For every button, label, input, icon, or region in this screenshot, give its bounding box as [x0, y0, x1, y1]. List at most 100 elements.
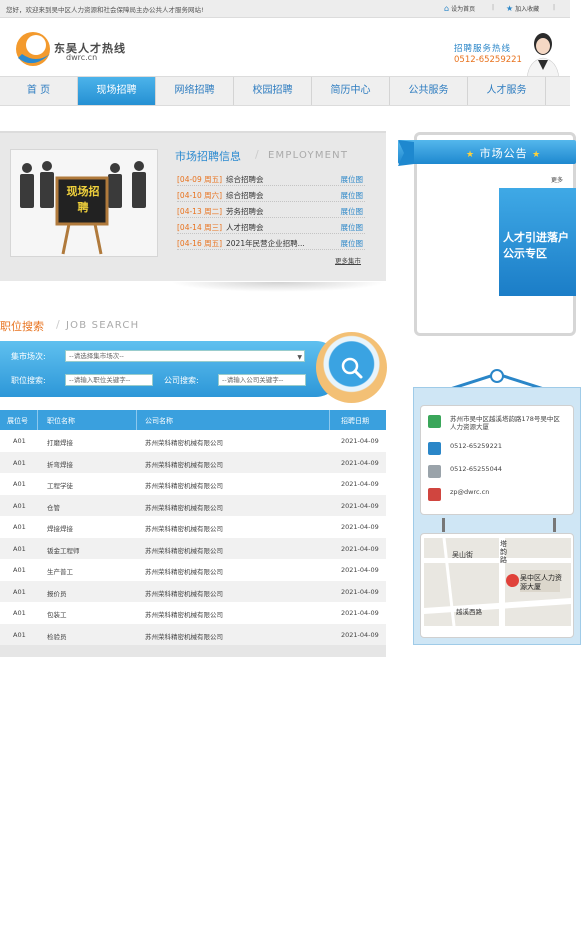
more-markets-link[interactable]: 更多集市 [335, 255, 361, 265]
location-map[interactable]: 吴山街 塔韵路 越溪西路 吴中区人力资源大厦 [424, 538, 571, 626]
star-icon: ★ [466, 150, 476, 160]
search-icon [341, 357, 363, 379]
table-row[interactable]: A01 焊接焊接 苏州荣科精密机械有限公司 2021-04-09 [0, 516, 386, 538]
home-icon: ⌂ [444, 4, 450, 13]
email-text[interactable]: zp@dwrc.cn [450, 488, 489, 496]
logo-icon[interactable] [14, 28, 52, 68]
item-name: 人才招聘会 [226, 223, 264, 232]
cell-position: 打磨焊接 [47, 439, 73, 447]
cell-date: 2021-04-09 [341, 609, 379, 617]
employment-title: 市场招聘信息 [175, 150, 241, 163]
cell-position: 生产普工 [47, 568, 73, 576]
cell-company: 苏州荣科精密机械有限公司 [145, 460, 223, 469]
table-row[interactable]: A01 打磨焊接 苏州荣科精密机械有限公司 2021-04-09 [0, 430, 386, 452]
cell-position: 报价员 [47, 589, 67, 598]
nav-talent-service[interactable]: 人才服务 [468, 77, 546, 105]
add-favorite-link[interactable]: ★ 加入收藏 [506, 4, 539, 13]
address-text: 苏州市吴中区越溪塔韵路178号吴中区人力资源大厦 [450, 415, 560, 431]
cell-booth: A01 [13, 609, 26, 617]
item-date: [04-16 周五] [177, 239, 223, 248]
cell-position: 工程学徒 [47, 482, 73, 490]
employment-item[interactable]: [04-13 周二] 劳务招聘会 展位图 [177, 203, 365, 218]
nav-campus-recruitment[interactable]: 校园招聘 [234, 77, 312, 105]
table-row[interactable]: A01 检验员 苏州荣科精密机械有限公司 2021-04-09 [0, 623, 386, 645]
cell-position: 仓管 [47, 503, 60, 512]
table-row[interactable]: A01 仓管 苏州荣科精密机械有限公司 2021-04-09 [0, 494, 386, 516]
map-road: 越溪西路 [456, 608, 482, 616]
cell-booth: A01 [13, 544, 26, 553]
table-header: 展位号 职位名称 公司名称 招聘日期 [0, 410, 386, 430]
cell-position: 钣金工程师 [47, 546, 80, 555]
talent-settlement-banner[interactable]: 人才引进落户公示专区 [499, 188, 576, 296]
logo-domain: dwrc.cn [66, 53, 98, 62]
booth-map-link[interactable]: 展位图 [341, 190, 364, 201]
booth-map-link[interactable]: 展位图 [341, 174, 364, 185]
nav-onsite-recruitment[interactable]: 现场招聘 [78, 77, 156, 105]
company-label: 公司搜索: [164, 376, 199, 385]
top-separator: | [492, 4, 495, 11]
nav-online-recruitment[interactable]: 网络招聘 [156, 77, 234, 105]
cell-company: 苏州荣科精密机械有限公司 [145, 589, 223, 598]
table-body: A01 打磨焊接 苏州荣科精密机械有限公司 2021-04-09 A01 折弯焊接 苏州荣科… [0, 430, 386, 645]
table-row[interactable]: A01 钣金工程师 苏州荣科精密机械有限公司 2021-04-09 [0, 537, 386, 559]
employment-item[interactable]: [04-14 周三] 人才招聘会 展位图 [177, 219, 365, 234]
col-booth: 展位号 [7, 417, 28, 425]
employment-item[interactable]: [04-10 周六] 综合招聘会 展位图 [177, 187, 365, 202]
booth-map-link[interactable]: 展位图 [341, 238, 364, 249]
table-row[interactable]: A01 包装工 苏州荣科精密机械有限公司 2021-04-09 [0, 602, 386, 624]
notice-title-text: 市场公告 [479, 147, 528, 160]
cell-booth: A01 [13, 566, 26, 574]
cell-position: 焊接焊接 [47, 525, 73, 533]
job-keyword-input[interactable]: --请输入职位关键字-- [65, 374, 153, 386]
item-date: [04-10 周六] [177, 191, 223, 200]
notice-more-link[interactable]: 更多 [551, 175, 563, 184]
job-table: 展位号 职位名称 公司名称 招聘日期 A01 打磨焊接 苏州荣科精密机械有限公司 20… [0, 410, 386, 657]
contact-email[interactable]: zp@dwrc.cn [428, 486, 568, 506]
job-search-title: 职位搜索 [0, 320, 44, 333]
map-road: 塔韵路 [500, 540, 507, 564]
col-date: 招聘日期 [341, 417, 369, 425]
nav-resume-center[interactable]: 简历中心 [312, 77, 390, 105]
cell-date: 2021-04-09 [341, 523, 379, 531]
table-row[interactable]: A01 生产普工 苏州荣科精密机械有限公司 2021-04-09 [0, 559, 386, 581]
contact-address: 苏州市吴中区越溪塔韵路178号吴中区人力资源大厦 [428, 413, 568, 433]
employment-item[interactable]: [04-09 周五] 综合招聘会 展位图 [177, 171, 365, 186]
cell-date: 2021-04-09 [341, 458, 379, 467]
booth-map-link[interactable]: 展位图 [341, 206, 364, 217]
top-separator: | [553, 4, 556, 11]
add-favorite-label: 加入收藏 [515, 6, 540, 13]
cell-date: 2021-04-09 [341, 587, 379, 596]
chevron-down-icon: ▼ [297, 354, 302, 361]
main-nav: 首 页 现场招聘 网络招聘 校园招聘 简历中心 公共服务 人才服务 [0, 76, 570, 106]
nav-home[interactable]: 首 页 [0, 77, 78, 105]
contact-fax: 0512-65255044 [428, 463, 568, 483]
item-date: [04-13 周二] [177, 207, 223, 216]
title-slash: / [255, 148, 259, 161]
cell-company: 苏州荣科精密机械有限公司 [145, 503, 223, 512]
set-homepage-label: 设为首页 [451, 6, 476, 13]
phone-text: 0512-65259221 [450, 442, 502, 450]
contact-phone: 0512-65259221 [428, 440, 568, 460]
location-icon [428, 415, 441, 428]
market-label: 集市场次: [11, 352, 46, 361]
table-row[interactable]: A01 报价员 苏州荣科精密机械有限公司 2021-04-09 [0, 580, 386, 602]
nav-public-service[interactable]: 公共服务 [390, 77, 468, 105]
set-homepage-link[interactable]: ⌂ 设为首页 [444, 4, 475, 13]
booth-map-link[interactable]: 展位图 [341, 222, 364, 233]
item-name: 综合招聘会 [226, 191, 264, 200]
cell-company: 苏州荣科精密机械有限公司 [145, 611, 223, 619]
market-select[interactable]: --请选择集市场次-- ▼ [65, 350, 305, 362]
job-search-subtitle: JOB SEARCH [66, 320, 140, 331]
cell-company: 苏州荣科精密机械有限公司 [145, 568, 223, 576]
phone-icon [428, 442, 441, 455]
cell-company: 苏州荣科精密机械有限公司 [145, 482, 223, 490]
search-button[interactable] [316, 332, 387, 403]
col-position: 职位名称 [47, 417, 75, 425]
table-row[interactable]: A01 折弯焊接 苏州荣科精密机械有限公司 2021-04-09 [0, 451, 386, 473]
company-keyword-input[interactable]: --请输入公司关键字-- [218, 374, 306, 386]
employment-item[interactable]: [04-16 周五] 2021年民营企业招聘... 展位图 [177, 235, 365, 250]
cell-company: 苏州荣科精密机械有限公司 [145, 525, 223, 533]
table-row[interactable]: A01 工程学徒 苏州荣科精密机械有限公司 2021-04-09 [0, 473, 386, 495]
cell-company: 苏州荣科精密机械有限公司 [145, 546, 223, 555]
hotline-title: 招聘服务热线 [454, 44, 512, 54]
